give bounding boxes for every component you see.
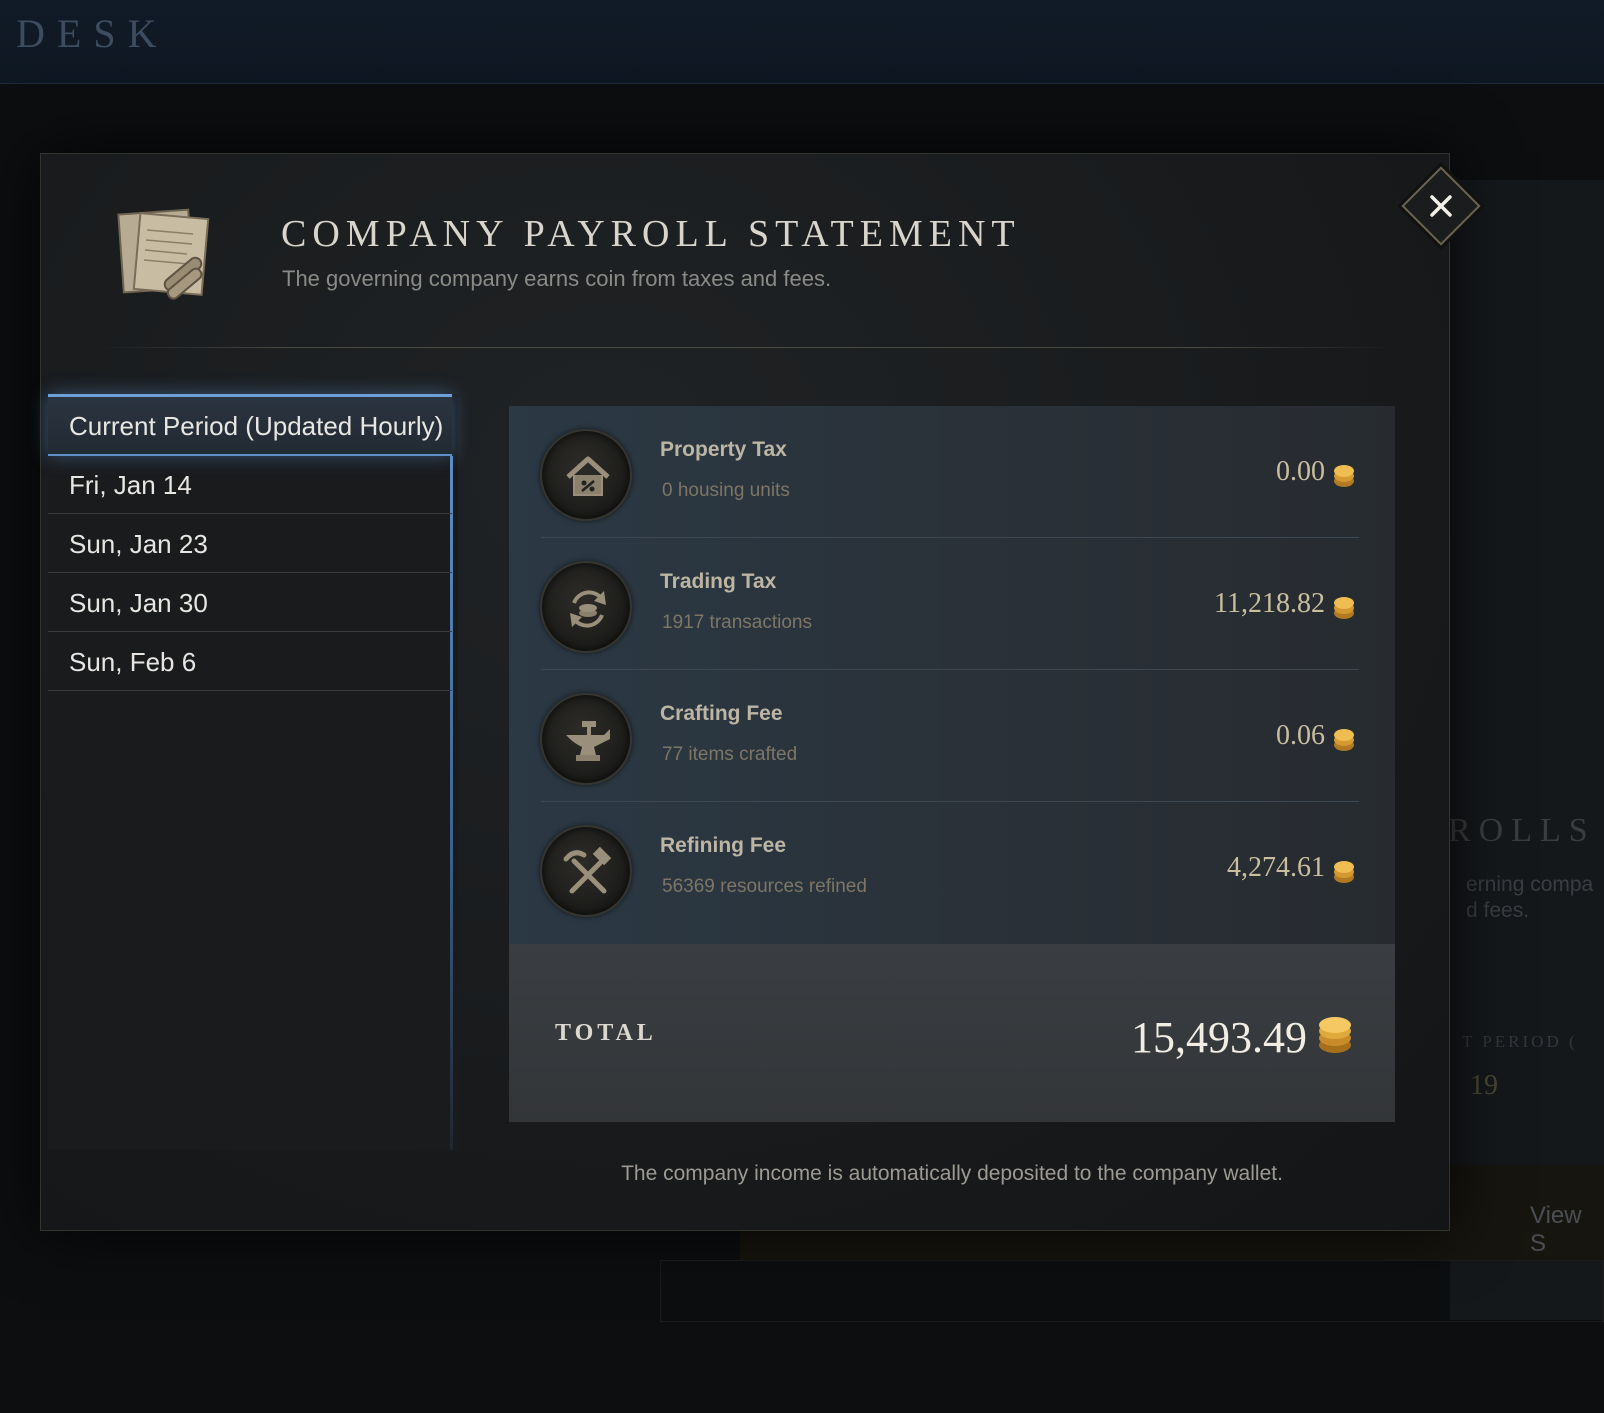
modal-title: COMPANY PAYROLL STATEMENT [281, 213, 1021, 255]
period-item-label: Sun, Feb 6 [69, 647, 197, 677]
income-row-detail: 0 housing units [662, 480, 790, 501]
house-icon [540, 429, 632, 521]
income-row-crafting-fee: Crafting Fee 77 items crafted 0.06 [509, 670, 1395, 802]
coin-icon [1334, 465, 1354, 487]
top-bar: DESK [0, 0, 1604, 84]
deposit-note: The company income is automatically depo… [621, 1162, 1283, 1185]
income-breakdown: Property Tax 0 housing units 0.00 Tradin… [509, 406, 1395, 944]
period-item-jan-23[interactable]: Sun, Jan 23 [48, 515, 452, 573]
income-row-amount: 0.06 [1276, 720, 1325, 751]
income-row-label: Refining Fee [660, 834, 787, 857]
background-amount: 19 [1470, 1070, 1498, 1101]
total-label: TOTAL [555, 1020, 657, 1046]
background-rolls-heading: ROLLS [1448, 812, 1596, 849]
modal-subtitle: The governing company earns coin from ta… [282, 266, 832, 291]
period-item-label: Sun, Jan 30 [69, 588, 208, 618]
total-amount: 15,493.49 [1131, 1013, 1307, 1062]
period-item-current[interactable]: Current Period (Updated Hourly) [48, 394, 452, 456]
income-row-label: Trading Tax [660, 570, 777, 593]
background-panel [1450, 180, 1604, 1320]
close-icon [1430, 195, 1452, 217]
hammer-pick-icon [540, 825, 632, 917]
period-item-label: Current Period (Updated Hourly) [69, 411, 444, 441]
income-row-amount: 11,218.82 [1214, 588, 1325, 619]
topbar-title: DESK [16, 11, 169, 56]
income-row-detail: 1917 transactions [662, 612, 812, 633]
header-divider [97, 347, 1394, 348]
income-row-trading-tax: Trading Tax 1917 transactions 11,218.82 [509, 538, 1395, 670]
coin-stack-icon [1319, 1017, 1351, 1053]
background-period-label: T PERIOD ( [1462, 1032, 1578, 1051]
period-item-jan-14[interactable]: Fri, Jan 14 [48, 456, 452, 514]
parchment-scroll-icon [117, 206, 213, 302]
background-view-button: View S [1530, 1202, 1582, 1257]
background-description: erning compa d fees. [1466, 873, 1594, 922]
income-row-amount: 4,274.61 [1227, 852, 1325, 883]
coin-icon [1334, 729, 1354, 751]
income-row-label: Crafting Fee [660, 702, 783, 725]
income-row-label: Property Tax [660, 438, 787, 461]
background-lower-frame [660, 1260, 1604, 1322]
period-item-label: Fri, Jan 14 [69, 470, 192, 500]
payroll-statement-modal: COMPANY PAYROLL STATEMENT The governing … [40, 153, 1481, 1231]
coin-icon [1334, 597, 1354, 619]
income-row-refining-fee: Refining Fee 56369 resources refined 4,2… [509, 802, 1395, 934]
coin-icon [1334, 861, 1354, 883]
period-item-feb-6[interactable]: Sun, Feb 6 [48, 633, 452, 691]
income-row-property-tax: Property Tax 0 housing units 0.00 [509, 406, 1395, 538]
period-item-jan-30[interactable]: Sun, Jan 30 [48, 574, 452, 632]
income-row-amount: 0.00 [1276, 456, 1325, 487]
total-panel: TOTAL 15,493.49 [509, 944, 1395, 1122]
income-row-detail: 77 items crafted [662, 744, 798, 765]
income-row-detail: 56369 resources refined [662, 876, 867, 897]
period-sidebar: Current Period (Updated Hourly) Fri, Jan… [48, 394, 458, 1150]
anvil-icon [540, 693, 632, 785]
period-item-label: Sun, Jan 23 [69, 529, 208, 559]
trade-cycle-icon [540, 561, 632, 653]
